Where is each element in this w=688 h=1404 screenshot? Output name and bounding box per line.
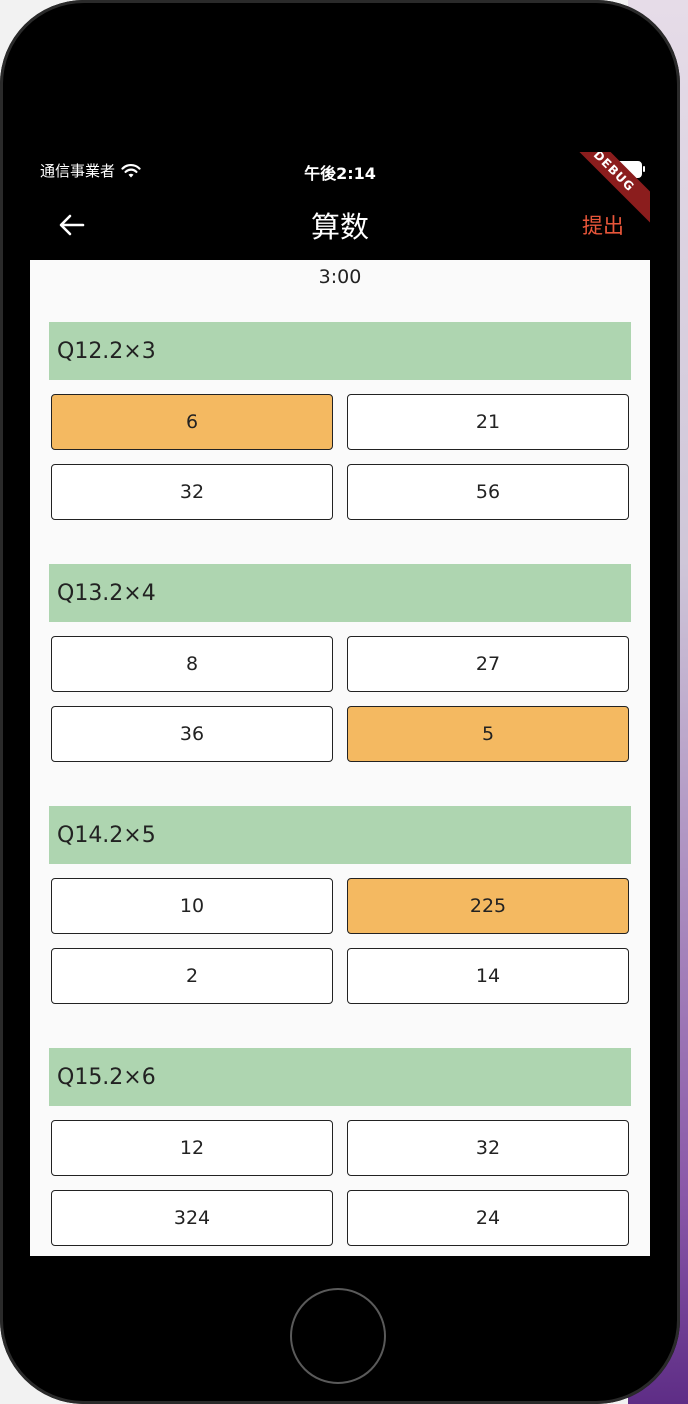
answer-option[interactable]: 27 bbox=[347, 636, 629, 692]
phone-screen: 通信事業者 午後2:14 算数 提出 DEBUG 3:00 Q12.2×3 6 … bbox=[30, 152, 650, 1256]
answer-option[interactable]: 32 bbox=[51, 464, 333, 520]
app-bar: 算数 提出 bbox=[30, 188, 650, 260]
home-button[interactable] bbox=[290, 1288, 386, 1384]
status-time: 午後2:14 bbox=[304, 164, 376, 183]
question-card: Q15.2×6 12 32 324 24 bbox=[49, 1048, 631, 1246]
countdown-timer: 3:00 bbox=[318, 266, 362, 288]
answer-option[interactable]: 225 bbox=[347, 878, 629, 934]
answer-option[interactable]: 36 bbox=[51, 706, 333, 762]
answer-option[interactable]: 32 bbox=[347, 1120, 629, 1176]
submit-button[interactable]: 提出 bbox=[582, 210, 624, 240]
question-label: Q14.2×5 bbox=[49, 806, 631, 864]
answer-option[interactable]: 14 bbox=[347, 948, 629, 1004]
answer-option[interactable]: 12 bbox=[51, 1120, 333, 1176]
phone-frame: 通信事業者 午後2:14 算数 提出 DEBUG 3:00 Q12.2×3 6 … bbox=[0, 0, 680, 1404]
page-title: 算数 bbox=[310, 210, 369, 244]
question-card: Q13.2×4 8 27 36 5 bbox=[49, 564, 631, 762]
answer-option[interactable]: 24 bbox=[347, 1190, 629, 1246]
question-label: Q12.2×3 bbox=[49, 322, 631, 380]
answer-option[interactable]: 6 bbox=[51, 394, 333, 450]
answer-option[interactable]: 2 bbox=[51, 948, 333, 1004]
question-label: Q15.2×6 bbox=[49, 1048, 631, 1106]
status-bar: 通信事業者 午後2:14 bbox=[30, 152, 650, 188]
question-card: Q12.2×3 6 21 32 56 bbox=[49, 322, 631, 520]
question-label: Q13.2×4 bbox=[49, 564, 631, 622]
answer-option[interactable]: 324 bbox=[51, 1190, 333, 1246]
answer-option[interactable]: 56 bbox=[347, 464, 629, 520]
answer-grid: 8 27 36 5 bbox=[49, 636, 631, 762]
answer-option[interactable]: 21 bbox=[347, 394, 629, 450]
answer-grid: 12 32 324 24 bbox=[49, 1120, 631, 1246]
answer-option[interactable]: 10 bbox=[51, 878, 333, 934]
answer-grid: 10 225 2 14 bbox=[49, 878, 631, 1004]
answer-option[interactable]: 8 bbox=[51, 636, 333, 692]
answer-grid: 6 21 32 56 bbox=[49, 394, 631, 520]
question-card: Q14.2×5 10 225 2 14 bbox=[49, 806, 631, 1004]
quiz-content: 3:00 Q12.2×3 6 21 32 56 Q13.2×4 8 27 36 … bbox=[30, 260, 650, 1256]
answer-option[interactable]: 5 bbox=[347, 706, 629, 762]
